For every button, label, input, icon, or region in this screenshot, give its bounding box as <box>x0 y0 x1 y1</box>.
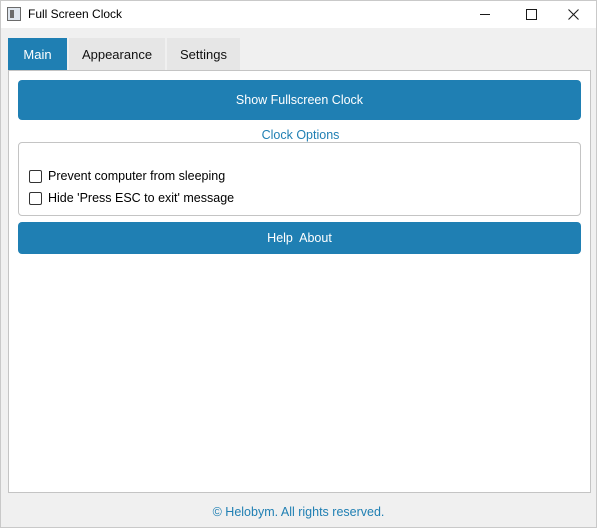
tab-appearance[interactable]: Appearance <box>69 38 165 70</box>
window-title: Full Screen Clock <box>28 7 123 21</box>
hide-esc-message-option[interactable]: Hide 'Press ESC to exit' message <box>29 191 234 205</box>
maximize-button[interactable] <box>508 1 554 28</box>
clock-options-title: Clock Options <box>261 128 340 142</box>
tab-settings[interactable]: Settings <box>167 38 240 70</box>
app-icon <box>7 7 21 21</box>
main-tab-panel: Show Fullscreen Clock Clock Options Prev… <box>8 70 591 493</box>
prevent-sleep-option[interactable]: Prevent computer from sleeping <box>29 169 225 183</box>
tab-settings-label: Settings <box>180 46 227 62</box>
clock-options-group: Prevent computer from sleeping Hide 'Pre… <box>18 142 581 216</box>
copyright-footer: © Helobym. All rights reserved. <box>212 505 385 519</box>
tab-appearance-label: Appearance <box>81 46 153 62</box>
help-about-button[interactable]: Help About <box>18 222 581 254</box>
show-fullscreen-clock-button[interactable]: Show Fullscreen Clock <box>18 80 581 120</box>
help-about-label: Help About <box>267 231 332 245</box>
hide-esc-message-checkbox[interactable] <box>29 191 42 205</box>
app-window: Full Screen Clock Main Appearance Settin… <box>0 0 597 528</box>
minimize-button[interactable] <box>462 1 508 28</box>
show-fullscreen-clock-label: Show Fullscreen Clock <box>235 93 364 107</box>
close-icon <box>567 9 579 20</box>
hide-esc-message-label[interactable]: Hide 'Press ESC to exit' message <box>48 191 234 205</box>
prevent-sleep-checkbox[interactable] <box>29 169 42 183</box>
prevent-sleep-label[interactable]: Prevent computer from sleeping <box>48 169 225 183</box>
tab-main-label: Main <box>23 46 52 62</box>
title-bar[interactable]: Full Screen Clock <box>1 1 596 28</box>
tab-main[interactable]: Main <box>8 38 67 70</box>
close-button[interactable] <box>550 1 596 28</box>
